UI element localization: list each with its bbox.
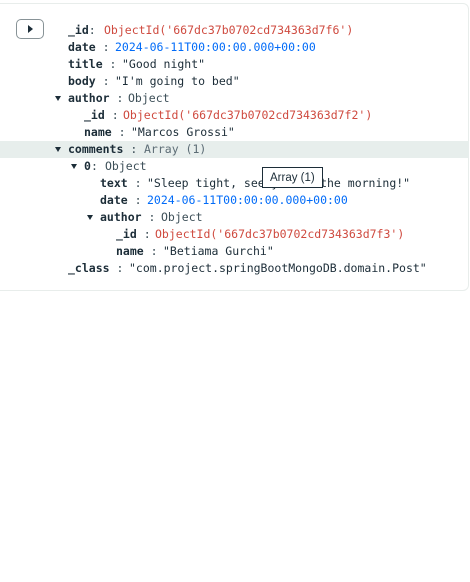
field-key: comments : bbox=[68, 142, 138, 156]
field-key: author : bbox=[68, 91, 124, 105]
field-value: 2024-06-11T00:00:00.000+00:00 bbox=[115, 40, 316, 54]
document-card: _id: ObjectId('667dc37b0702cd734363d7f6'… bbox=[0, 3, 469, 291]
field-value: "Good night" bbox=[122, 57, 206, 71]
array-type-tooltip: Array (1) bbox=[262, 167, 323, 188]
field-key: _id: bbox=[68, 23, 96, 37]
field-key: _id : bbox=[84, 108, 119, 122]
field-type: Object bbox=[105, 159, 147, 173]
caret-down-icon[interactable] bbox=[69, 158, 79, 175]
field-row-comment-date: date : 2024-06-11T00:00:00.000+00:00 bbox=[0, 192, 469, 209]
field-key: text : bbox=[100, 176, 142, 190]
field-key: _class : bbox=[68, 261, 124, 275]
field-key: name : bbox=[84, 125, 126, 139]
field-row-comment-0[interactable]: 0: Object bbox=[0, 158, 469, 175]
field-value: "com.project.springBootMongoDB.domain.Po… bbox=[129, 261, 427, 275]
field-row-comment-author-name: name : "Betiama Gurchi" bbox=[0, 243, 469, 260]
field-key: body : bbox=[68, 74, 110, 88]
field-row-comments[interactable]: comments : Array (1) bbox=[0, 141, 469, 158]
field-type: Array (1) bbox=[144, 142, 207, 156]
field-value: ObjectId('667dc37b0702cd734363d7f3') bbox=[155, 227, 405, 241]
field-value: ObjectId('667dc37b0702cd734363d7f6') bbox=[104, 23, 354, 37]
field-row-comment-text: text : "Sleep tight, see you in the morn… bbox=[0, 175, 469, 192]
field-row-class: _class : "com.project.springBootMongoDB.… bbox=[0, 260, 469, 277]
field-key: 0: bbox=[84, 159, 98, 173]
field-row-comment-author[interactable]: author : Object bbox=[0, 209, 469, 226]
field-key: date : bbox=[100, 193, 142, 207]
field-key: author : bbox=[100, 210, 156, 224]
field-key: _id : bbox=[116, 227, 151, 241]
caret-down-icon[interactable] bbox=[53, 141, 63, 158]
field-key: name : bbox=[116, 244, 158, 258]
field-value: "Betiama Gurchi" bbox=[163, 244, 274, 258]
field-row-author-name: name : "Marcos Grossi" bbox=[0, 124, 469, 141]
field-type: Object bbox=[128, 91, 170, 105]
field-row-title: title : "Good night" bbox=[0, 56, 469, 73]
field-row-date: date : 2024-06-11T00:00:00.000+00:00 bbox=[0, 39, 469, 56]
field-value: 2024-06-11T00:00:00.000+00:00 bbox=[147, 193, 348, 207]
field-row-author[interactable]: author : Object bbox=[0, 90, 469, 107]
field-key: title : bbox=[68, 57, 117, 71]
caret-down-icon[interactable] bbox=[85, 209, 95, 226]
field-value: "Marcos Grossi" bbox=[131, 125, 235, 139]
field-row-id: _id: ObjectId('667dc37b0702cd734363d7f6'… bbox=[0, 22, 469, 39]
field-value: ObjectId('667dc37b0702cd734363d7f2') bbox=[123, 108, 373, 122]
field-row-comment-author-id: _id : ObjectId('667dc37b0702cd734363d7f3… bbox=[0, 226, 469, 243]
caret-down-icon[interactable] bbox=[53, 90, 63, 107]
field-key: date : bbox=[68, 40, 110, 54]
field-type: Object bbox=[161, 210, 203, 224]
field-row-author-id: _id : ObjectId('667dc37b0702cd734363d7f2… bbox=[0, 107, 469, 124]
field-value: "I'm going to bed" bbox=[115, 74, 240, 88]
field-row-body: body : "I'm going to bed" bbox=[0, 73, 469, 90]
